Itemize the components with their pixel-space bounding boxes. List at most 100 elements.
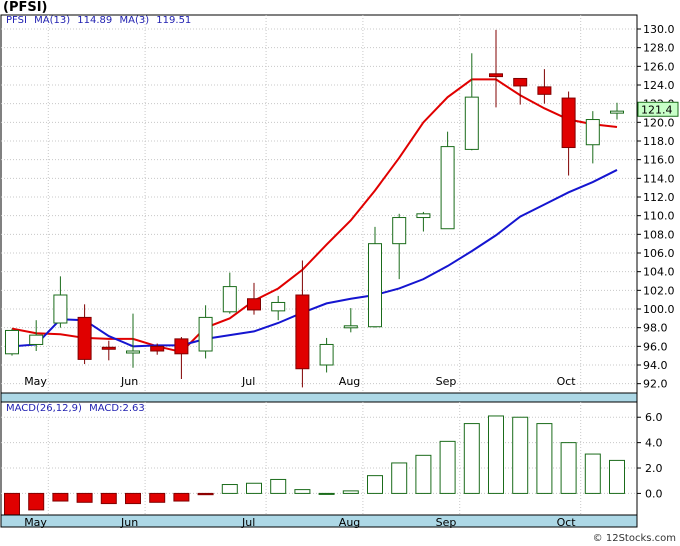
macd-bar-positive [246,482,262,494]
price-y-tick-label: 92.0 [643,378,668,391]
macd-x-tick-label: May [24,516,47,529]
legend-ma13-label: MA(13) [34,15,71,26]
macd-bar-positive [270,478,287,494]
macd-bar-positive [439,440,456,494]
price-plot-frame [0,14,638,394]
price-y-tick-label: 128.0 [643,42,675,55]
price-y-tick-label: 94.0 [643,359,668,372]
candle-body-down [561,97,576,149]
candle-body-down [247,298,261,311]
candle-body-up [271,301,286,312]
macd-bar-positive [463,423,480,494]
price-x-tick-label: Oct [557,375,577,388]
macd-bar-negative [149,492,166,503]
macd-bar-positive [294,489,311,494]
stock-chart: 92.0 94.0 96.0 98.0 100.0 102.0 104.0 106.0 108.… [0,14,679,529]
price-y-tick-label: 108.0 [643,228,675,241]
macd-bar-negative [100,492,117,505]
macd-bar-negative [4,492,20,517]
candle-body-up [5,329,19,355]
macd-legend: MACD(26,12,9) MACD:2.63 [6,403,149,414]
macd-x-axis-band [0,514,638,528]
candle-body-down [513,77,528,87]
price-x-tick-label: Sep [436,375,457,388]
candle-body-up [392,217,407,245]
legend-ma13-value: 114.89 [77,15,113,26]
macd-legend-value: MACD:2.63 [89,403,145,414]
candle-body-up [29,334,44,345]
macd-panel: 0.0 2.0 4.0 6.0 May Jun Jul Aug Sep Oct [0,401,663,529]
candle-body-up [464,96,479,150]
macd-bar-negative [52,492,69,502]
candle-body-down [77,316,92,360]
legend-ma3-label: MA(3) [119,15,150,26]
macd-y-tick-label: 4.0 [645,437,663,450]
price-y-tick-label: 110.0 [643,210,675,223]
price-y-tick-label: 130.0 [643,23,675,36]
candle-body-up [198,316,213,352]
price-x-tick-label: Jun [120,375,138,388]
macd-x-tick-label: Aug [339,516,360,529]
price-y-tick-label: 118.0 [643,135,675,148]
macd-bar-negative [76,492,93,503]
macd-bar-positive [415,454,432,494]
macd-bar-positive [221,484,238,494]
macd-bar-positive [609,459,625,494]
macd-bar-positive [560,442,577,494]
price-y-tick-label: 126.0 [643,60,675,73]
price-y-tick-label: 96.0 [643,340,668,353]
macd-bar-negative [197,492,214,496]
price-y-tick-label: 116.0 [643,154,675,167]
candle-body-up [416,213,431,219]
candle-body-up [368,243,382,328]
candle-body-down [101,346,116,350]
legend-ma3-value: 119.51 [156,15,192,26]
candle-body-up [610,110,624,114]
price-y-tick-label: 98.0 [643,322,668,335]
macd-y-tick-label: 2.0 [645,462,663,475]
price-x-tick-label: May [24,375,47,388]
legend-ticker: PFSI [6,15,27,26]
candle-body-up [126,350,140,354]
macd-x-tick-label: Jul [241,516,255,529]
price-y-tick-label: 124.0 [643,79,675,92]
price-panel: 92.0 94.0 96.0 98.0 100.0 102.0 104.0 106.0 108.… [0,14,675,403]
macd-bar-negative [125,492,141,505]
macd-x-tick-label: Jun [120,516,138,529]
price-y-tick-label: 120.0 [643,116,675,129]
macd-bar-positive [342,490,359,494]
macd-bar-positive [536,423,553,494]
candle-body-up [343,325,358,329]
price-y-tick-label: 106.0 [643,247,675,260]
candle-body-up [222,286,237,313]
macd-legend-label: MACD(26,12,9) [6,403,82,414]
macd-bar-positive [512,416,529,494]
candle-body-up [440,146,455,230]
price-x-axis-band [0,392,638,403]
last-price-marker: 121.4 [637,101,679,117]
macd-bar-positive [584,453,601,494]
macd-bar-negative [173,492,190,502]
price-y-tick-label: 112.0 [643,191,675,204]
candle-body-up [585,119,600,146]
price-x-tick-label: Jul [241,375,255,388]
macd-x-tick-label: Sep [436,516,457,529]
price-y-tick-label: 102.0 [643,284,675,297]
macd-bar-positive [318,492,335,495]
price-y-tick-label: 104.0 [643,266,675,279]
candle-body-down [489,73,503,78]
candle-body-down [150,345,165,352]
price-legend: PFSI MA(13) 114.89 MA(3) 119.51 [6,15,195,26]
candle-body-down [537,86,552,95]
macd-y-axis: 0.0 2.0 4.0 6.0 [637,411,663,500]
candle-body-down [295,294,310,370]
macd-bar-positive [367,475,383,494]
credit-text: © 12Stocks.com [592,533,676,544]
candle-body-down [174,338,189,355]
macd-y-tick-label: 0.0 [645,487,663,500]
macd-x-tick-label: Oct [557,516,577,529]
price-y-tick-label: 114.0 [643,172,675,185]
price-y-tick-label: 100.0 [643,303,675,316]
candle-body-up [319,343,334,366]
price-y-axis: 92.0 94.0 96.0 98.0 100.0 102.0 104.0 106.0 108.… [637,23,675,391]
